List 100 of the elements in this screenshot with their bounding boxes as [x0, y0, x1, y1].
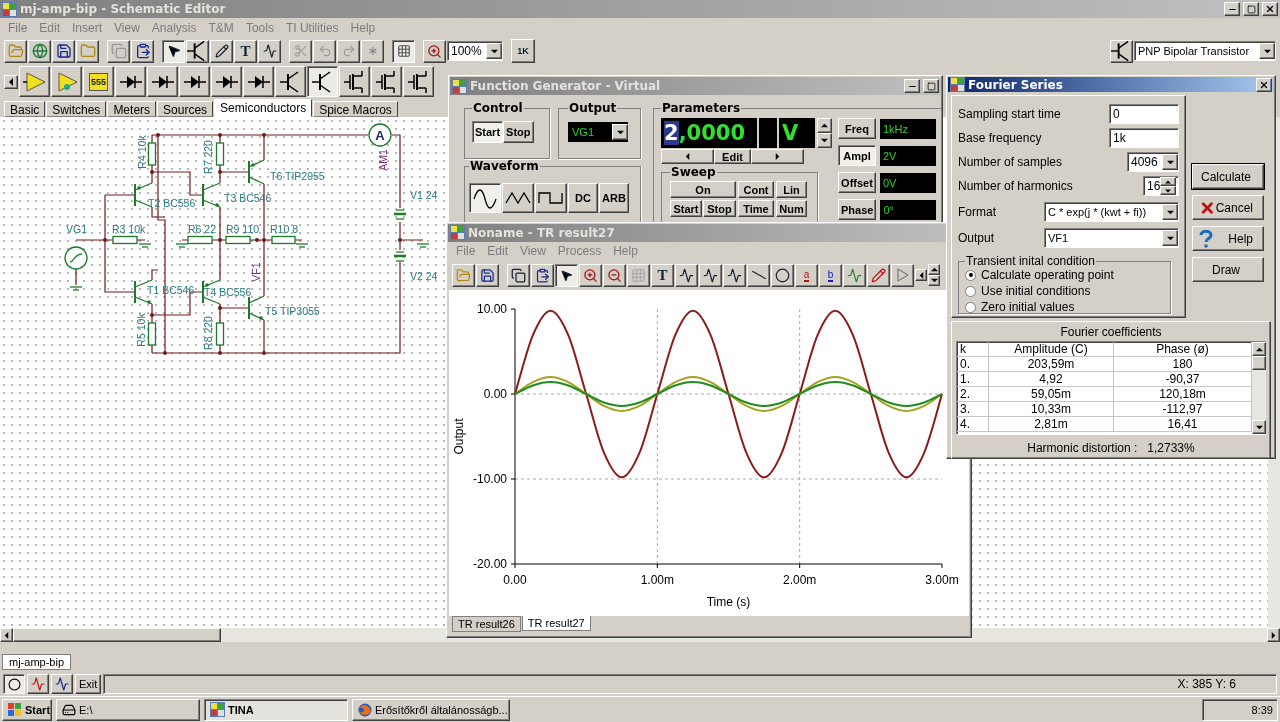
web-button[interactable]	[28, 39, 51, 63]
part-button[interactable]	[1110, 39, 1133, 63]
control-button[interactable]: Stop	[503, 121, 534, 143]
diagram-view-button[interactable]	[51, 674, 73, 694]
dialog-button[interactable]: Help	[1192, 226, 1264, 251]
spin-field[interactable]: 16	[1143, 176, 1179, 196]
radio-button[interactable]	[965, 269, 976, 281]
add-curve-button[interactable]	[843, 263, 866, 287]
dialog-button[interactable]: Draw	[1192, 257, 1264, 282]
schematic-view-button[interactable]	[3, 674, 25, 694]
triangle-button[interactable]	[502, 183, 534, 213]
dialog-button[interactable]: Calculate	[1192, 164, 1264, 189]
save-button[interactable]	[52, 39, 75, 63]
radio-button[interactable]	[965, 301, 976, 313]
cursor-b-button[interactable]: b	[819, 263, 842, 287]
taskbar-button[interactable]: Erősítőkről általánosságb...	[352, 698, 510, 721]
parameter-button[interactable]: Ampl	[838, 145, 876, 166]
dialog-button[interactable]: Cancel	[1192, 195, 1264, 220]
junction-button[interactable]	[361, 39, 384, 63]
grid-button[interactable]	[627, 263, 650, 287]
exit-button[interactable]: Exit	[75, 674, 102, 694]
minimize-button[interactable]	[904, 79, 920, 93]
part-dropdown[interactable]: PNP Bipolar Transistor	[1134, 41, 1276, 61]
grid-toggle[interactable]	[392, 39, 415, 63]
start-button[interactable]: Start	[2, 698, 52, 721]
text-tool[interactable]: T	[234, 39, 257, 63]
cursor-a-button[interactable]: a	[795, 263, 818, 287]
component-tab[interactable]: Basic	[4, 101, 46, 117]
sweep-button[interactable]: Stop	[703, 200, 736, 217]
spin-down-button[interactable]	[817, 133, 832, 148]
curve-label-button[interactable]	[699, 263, 722, 287]
text-tool[interactable]: T	[651, 263, 674, 287]
pointer-tool[interactable]	[162, 39, 185, 63]
paste-button[interactable]	[131, 39, 154, 63]
curve-fit-button[interactable]	[723, 263, 746, 287]
minimize-button[interactable]	[1224, 2, 1240, 16]
maximize-button[interactable]	[1243, 2, 1259, 16]
sweep-button[interactable]: Lin	[776, 181, 807, 198]
scrollbar-thumb[interactable]	[13, 628, 221, 642]
curve-button[interactable]	[675, 263, 698, 287]
taskbar-button[interactable]: E:\	[56, 698, 200, 721]
component-tab[interactable]: Spice Macros	[313, 101, 398, 117]
component-tab[interactable]: Switches	[46, 101, 107, 117]
waveform-button[interactable]: DC	[568, 183, 598, 213]
maximize-button[interactable]	[923, 79, 939, 93]
component-button[interactable]: 555	[83, 66, 114, 97]
input-field[interactable]: 1k	[1109, 128, 1179, 148]
component-tab[interactable]: Semiconductors	[214, 99, 313, 117]
play-button[interactable]	[891, 263, 914, 287]
result-tab[interactable]: TR result27	[521, 616, 591, 632]
open-button[interactable]	[4, 39, 27, 63]
spin-up-button[interactable]	[817, 118, 832, 133]
parameter-button[interactable]: Freq	[838, 118, 876, 139]
undo-button[interactable]	[313, 39, 336, 63]
scrollbar-thumb[interactable]	[1252, 356, 1266, 370]
redo-button[interactable]	[337, 39, 360, 63]
sine-button[interactable]	[469, 183, 501, 213]
scroll-left-button[interactable]	[915, 269, 927, 282]
sweep-button[interactable]: On	[670, 181, 736, 198]
cut-button[interactable]	[289, 39, 312, 63]
sweep-button[interactable]: Num	[776, 200, 807, 217]
parameter-button[interactable]: Offset	[838, 172, 876, 193]
zoom-button[interactable]	[423, 39, 446, 63]
pointer-tool[interactable]	[555, 263, 578, 287]
edit-button[interactable]: Edit	[714, 149, 751, 164]
scroll-left-button[interactable]	[4, 74, 18, 89]
dropdown[interactable]: VF1	[1044, 228, 1179, 248]
sweep-button[interactable]: Cont	[738, 181, 774, 198]
dropdown[interactable]: C * exp(j * (kwt + fi))	[1044, 202, 1179, 222]
line-button[interactable]	[747, 263, 770, 287]
component-tab[interactable]: Sources	[157, 101, 214, 117]
document-tab[interactable]: mj-amp-bip	[2, 654, 71, 670]
paste-button[interactable]	[531, 263, 554, 287]
zoom-out-button[interactable]	[603, 263, 626, 287]
wire-tool[interactable]	[186, 39, 209, 63]
radio-button[interactable]	[965, 285, 976, 297]
scroll-up-button[interactable]	[928, 264, 940, 276]
zoom-dropdown[interactable]: 100%	[447, 41, 503, 61]
waveform-view-button[interactable]	[27, 674, 49, 694]
result-tab[interactable]: TR result26	[452, 616, 521, 633]
dropdown[interactable]: 4096	[1127, 152, 1179, 172]
open-button[interactable]	[452, 263, 475, 287]
next-button[interactable]	[751, 149, 804, 164]
circle-button[interactable]	[771, 263, 794, 287]
pencil-tool[interactable]	[210, 39, 233, 63]
sweep-button[interactable]: Time	[738, 200, 774, 217]
waveform-button[interactable]: ARB	[599, 183, 629, 213]
vertical-scrollbar[interactable]	[1252, 342, 1266, 434]
folder-button[interactable]	[76, 39, 99, 63]
resistor-value-button[interactable]: 1K	[511, 39, 535, 63]
control-button[interactable]: Start	[472, 121, 504, 143]
output-dropdown[interactable]: VG1	[568, 122, 628, 142]
sweep-button[interactable]: Start	[670, 200, 702, 217]
close-button[interactable]	[1262, 2, 1278, 16]
square-button[interactable]	[535, 183, 567, 213]
close-button[interactable]	[1256, 77, 1272, 92]
input-field[interactable]: 0	[1109, 104, 1179, 124]
pick-button[interactable]	[867, 263, 890, 287]
taskbar-button[interactable]: TINA	[204, 698, 348, 721]
copy-button[interactable]	[107, 39, 130, 63]
